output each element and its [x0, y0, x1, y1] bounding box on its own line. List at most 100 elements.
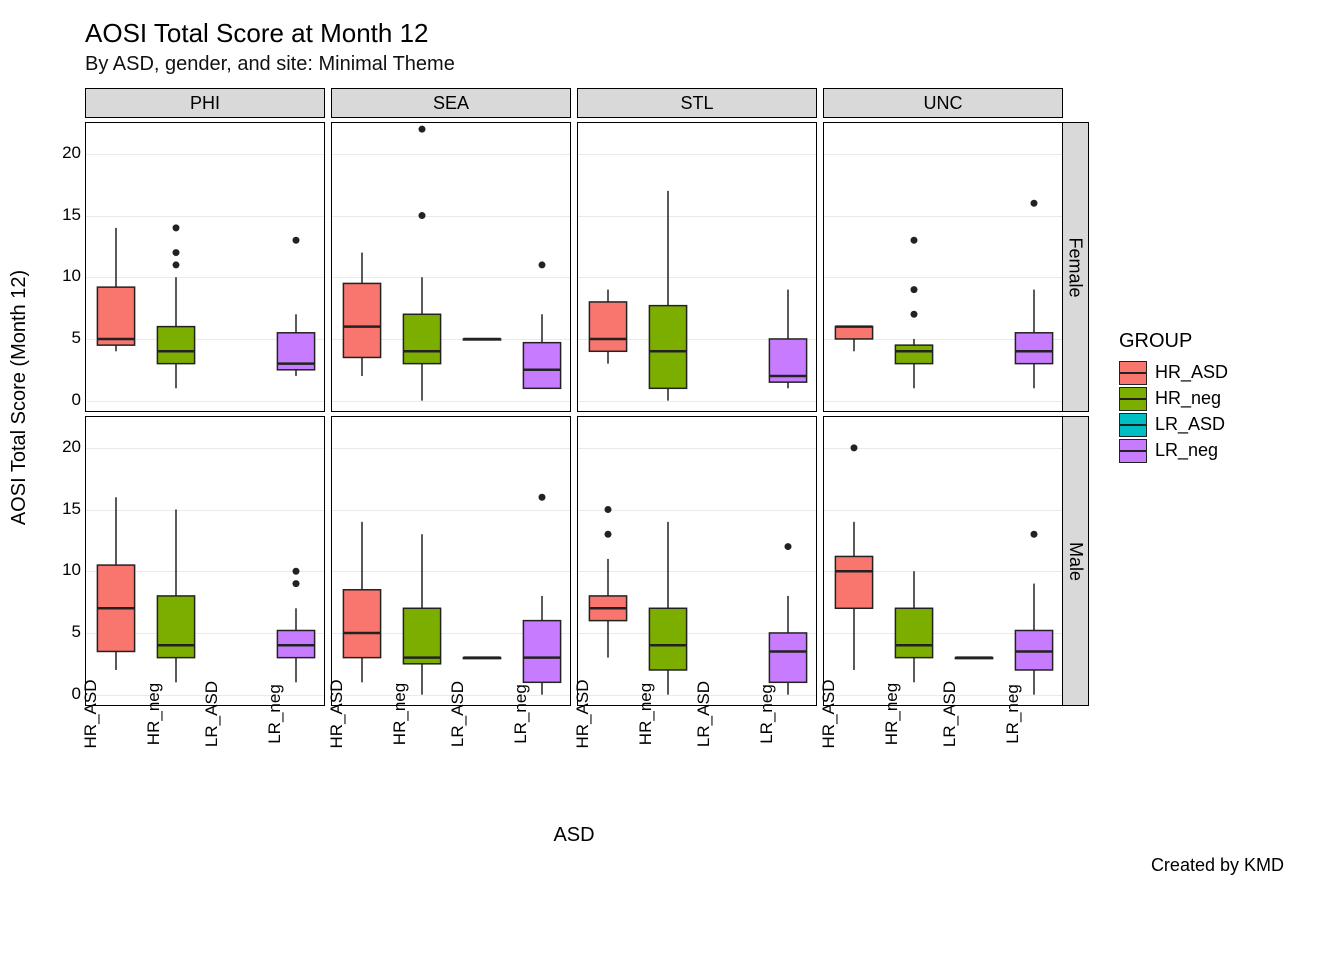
panel-svg: [332, 123, 572, 413]
legend-item-LR_ASD: LR_ASD: [1119, 413, 1228, 437]
box-HR_ASD: [589, 302, 626, 351]
y-tick: 15: [62, 499, 81, 519]
legend-key-icon: [1119, 387, 1147, 411]
outlier-point: [851, 445, 858, 452]
outlier-point: [911, 237, 918, 244]
box-HR_ASD: [343, 284, 380, 358]
row-strip-column: Female Male: [1063, 88, 1089, 706]
legend-item-label: LR_neg: [1155, 440, 1218, 461]
box-HR_neg: [649, 608, 686, 670]
title-block: AOSI Total Score at Month 12 By ASD, gen…: [0, 18, 1344, 76]
box-HR_neg: [403, 608, 440, 664]
panel-svg: [578, 123, 818, 413]
row-strip-male-label: Male: [1065, 542, 1086, 581]
outlier-point: [293, 580, 300, 587]
legend-item-label: LR_ASD: [1155, 414, 1225, 435]
col-strip-PHI: PHI: [85, 88, 325, 118]
col-strip-SEA: SEA: [331, 88, 571, 118]
x-tick-group: HR_ASDHR_negLR_ASDLR_neg: [331, 706, 571, 824]
y-tick: 20: [62, 143, 81, 163]
box-LR_neg: [1015, 333, 1052, 364]
y-axis-label-text: AOSI Total Score (Month 12): [9, 270, 32, 525]
y-tick: 20: [62, 437, 81, 457]
box-HR_neg: [895, 345, 932, 364]
box-LR_neg: [769, 633, 806, 682]
box-LR_neg: [523, 621, 560, 683]
box-HR_neg: [157, 596, 194, 658]
legend-key-icon: [1119, 413, 1147, 437]
panel-Male-UNC: [823, 416, 1063, 706]
x-tick-LR_neg: LR_neg: [1003, 684, 1113, 744]
legend-item-HR_neg: HR_neg: [1119, 387, 1228, 411]
legend-title: GROUP: [1119, 330, 1228, 353]
panel-svg: [332, 417, 572, 707]
box-HR_ASD: [97, 287, 134, 345]
y-tick: 15: [62, 205, 81, 225]
col-strip-UNC: UNC: [823, 88, 1063, 118]
y-tick: 10: [62, 560, 81, 580]
outlier-point: [293, 237, 300, 244]
panel-Female-UNC: [823, 122, 1063, 412]
panel-Male-SEA: [331, 416, 571, 706]
row-strip-female: Female: [1063, 122, 1089, 412]
chart-caption: Created by KMD: [0, 855, 1344, 876]
y-axis-label: AOSI Total Score (Month 12): [0, 88, 40, 706]
x-axis-label: ASD: [85, 824, 1063, 847]
panel-svg: [824, 417, 1064, 707]
outlier-point: [785, 543, 792, 550]
panel-Male-STL: [577, 416, 817, 706]
row-strip-male: Male: [1063, 416, 1089, 706]
legend-item-label: HR_ASD: [1155, 362, 1228, 383]
panel-svg: [578, 417, 818, 707]
legend-item-HR_ASD: HR_ASD: [1119, 361, 1228, 385]
outlier-point: [539, 494, 546, 501]
outlier-point: [419, 212, 426, 219]
legend-item-LR_neg: LR_neg: [1119, 439, 1228, 463]
col-strip-STL: STL: [577, 88, 817, 118]
y-tick: 5: [72, 622, 81, 642]
panel-Male-PHI: [85, 416, 325, 706]
y-axis: 0 5 10 15 20 0 5 10 15 20: [40, 88, 85, 706]
box-HR_neg: [403, 314, 440, 363]
outlier-point: [911, 311, 918, 318]
outlier-point: [1031, 531, 1038, 538]
outlier-point: [293, 568, 300, 575]
outlier-point: [1031, 200, 1038, 207]
box-HR_ASD: [343, 590, 380, 658]
x-tick-area: HR_ASDHR_negLR_ASDLR_negHR_ASDHR_negLR_A…: [85, 706, 1063, 824]
box-LR_neg: [523, 343, 560, 389]
x-tick-group: HR_ASDHR_negLR_ASDLR_neg: [577, 706, 817, 824]
y-tick: 0: [72, 684, 81, 704]
panel-svg: [86, 123, 326, 413]
outlier-point: [605, 506, 612, 513]
legend-key-icon: [1119, 439, 1147, 463]
box-HR_neg: [895, 608, 932, 657]
panel-Female-PHI: [85, 122, 325, 412]
facet-grid: PHISEASTLUNC: [85, 88, 1063, 706]
chart-title: AOSI Total Score at Month 12: [85, 18, 1344, 49]
panel-svg: [86, 417, 326, 707]
legend-key-icon: [1119, 361, 1147, 385]
outlier-point: [173, 225, 180, 232]
row-strip-female-label: Female: [1065, 237, 1086, 297]
outlier-point: [911, 286, 918, 293]
panel-Female-STL: [577, 122, 817, 412]
outlier-point: [605, 531, 612, 538]
x-tick-group: HR_ASDHR_negLR_ASDLR_neg: [823, 706, 1063, 824]
box-HR_neg: [157, 327, 194, 364]
panel-svg: [824, 123, 1064, 413]
legend-item-label: HR_neg: [1155, 388, 1221, 409]
outlier-point: [419, 126, 426, 133]
chart-subtitle: By ASD, gender, and site: Minimal Theme: [85, 53, 1344, 76]
y-tick: 10: [62, 266, 81, 286]
y-tick: 0: [72, 390, 81, 410]
box-HR_neg: [649, 306, 686, 389]
panel-Female-SEA: [331, 122, 571, 412]
y-tick: 5: [72, 328, 81, 348]
x-tick-group: HR_ASDHR_negLR_ASDLR_neg: [85, 706, 325, 824]
legend: GROUP HR_ASD HR_neg LR_ASD LR_neg: [1119, 330, 1228, 465]
row-strip-spacer: [1063, 88, 1089, 118]
box-HR_ASD: [835, 327, 872, 339]
outlier-point: [173, 249, 180, 256]
box-HR_ASD: [835, 557, 872, 609]
